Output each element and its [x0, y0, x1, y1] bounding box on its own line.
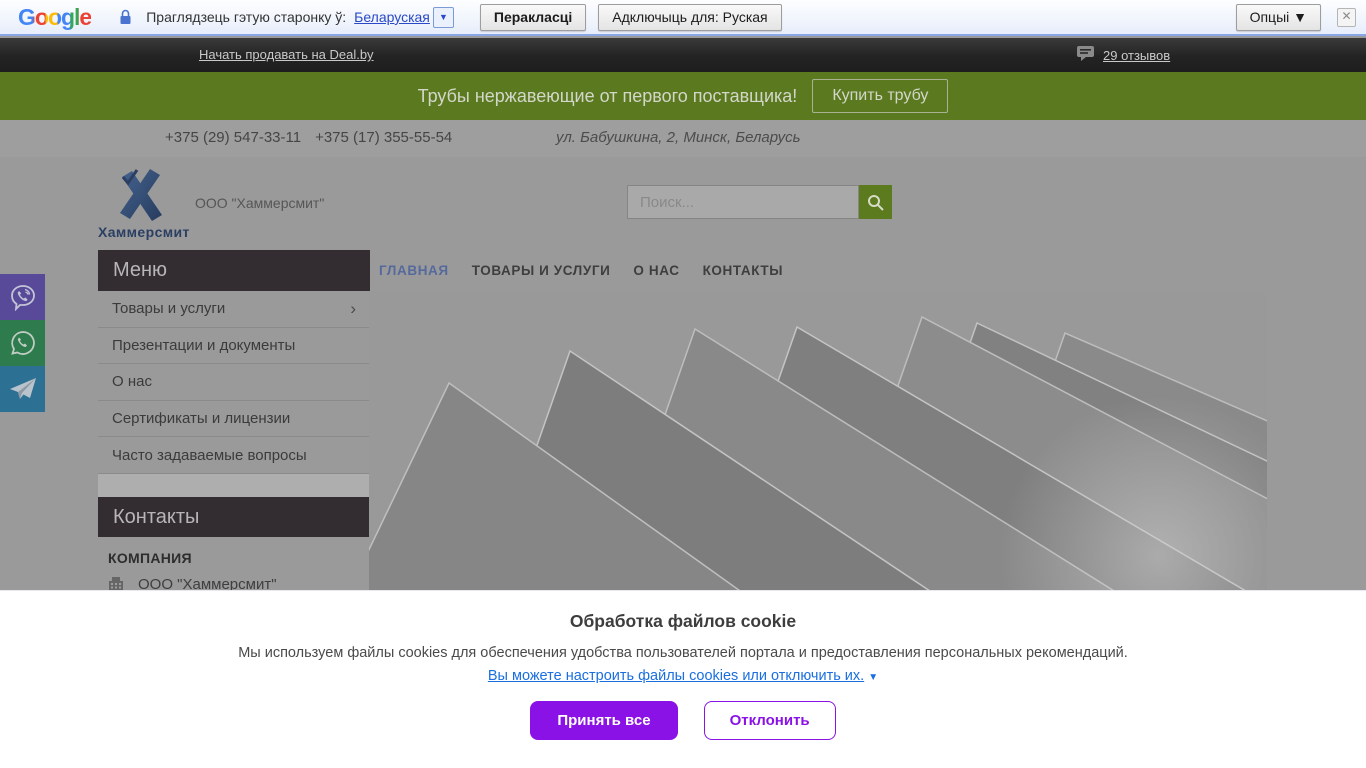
phone-number-2[interactable]: +375 (17) 355-55-54 — [315, 129, 452, 146]
contacts-header: Контакты — [98, 497, 370, 537]
company-address: ул. Бабушкина, 2, Минск, Беларусь — [556, 129, 801, 146]
site-header: Хаммерсмит ООО "Хаммерсмит" — [0, 157, 1366, 247]
search-button[interactable] — [859, 185, 892, 219]
top-bar: Начать продавать на Deal.by 29 отзывов — [0, 38, 1366, 72]
chevron-down-icon: ▼ — [438, 12, 448, 22]
translate-button[interactable]: Перакласці — [479, 3, 587, 31]
sidebar-menu: Товары и услуги › Презентации и документ… — [98, 291, 370, 474]
sell-on-deal-link[interactable]: Начать продавать на Deal.by — [199, 47, 374, 62]
language-dropdown-button[interactable]: ▼ — [432, 6, 454, 28]
company-name: ООО "Хаммерсмит" — [195, 195, 325, 211]
promo-banner: Трубы нержавеющие от первого поставщика!… — [0, 72, 1366, 120]
cookie-dialog: Обработка файлов cookie Мы используем фа… — [0, 590, 1366, 768]
buy-pipe-button[interactable]: Купить трубу — [812, 79, 949, 113]
chevron-right-icon: › — [350, 298, 356, 318]
lock-icon — [119, 9, 132, 25]
chevron-down-icon[interactable]: ▼ — [868, 672, 878, 683]
sidebar-item-presentations[interactable]: Презентации и документы — [98, 328, 370, 365]
main-nav: ГЛАВНАЯ ТОВАРЫ И УСЛУГИ О НАС КОНТАКТЫ — [379, 250, 783, 291]
promo-text: Трубы нержавеющие от первого поставщика! — [417, 85, 798, 106]
contact-bar: +375 (29) 547-33-11 +375 (17) 355-55-54 … — [0, 120, 1366, 157]
menu-header: Меню — [98, 250, 370, 291]
search-input[interactable] — [627, 185, 859, 219]
whatsapp-button[interactable] — [0, 320, 45, 366]
google-logo: Google — [18, 3, 92, 30]
disable-translation-button[interactable]: Адключыць для: Руская — [598, 3, 782, 31]
cookie-settings-link[interactable]: Вы можете настроить файлы cookies или от… — [488, 668, 864, 684]
tab-home[interactable]: ГЛАВНАЯ — [379, 263, 449, 278]
tab-contacts[interactable]: КОНТАКТЫ — [703, 263, 783, 278]
cookie-message: Мы используем файлы cookies для обеспече… — [238, 645, 1128, 661]
phone-number-1[interactable]: +375 (29) 547-33-11 — [165, 129, 301, 146]
sidebar-item-certificates[interactable]: Сертификаты и лицензии — [98, 401, 370, 438]
company-logo[interactable]: Хаммерсмит — [98, 165, 190, 240]
reviews-link[interactable]: 29 отзывов — [1103, 48, 1170, 63]
tab-products[interactable]: ТОВАРЫ И УСЛУГИ — [472, 263, 611, 278]
sidebar-item-about[interactable]: О нас — [98, 364, 370, 401]
close-icon: ✕ — [1341, 8, 1352, 23]
sidebar-item-faq[interactable]: Часто задаваемые вопросы — [98, 437, 370, 474]
telegram-button[interactable] — [0, 366, 45, 412]
sidebar-divider — [98, 474, 370, 497]
tab-about[interactable]: О НАС — [633, 263, 679, 278]
decline-cookies-button[interactable]: Отклонить — [703, 701, 836, 740]
search-box — [627, 185, 892, 219]
viber-button[interactable] — [0, 274, 45, 320]
language-link[interactable]: Беларуская — [354, 9, 430, 25]
social-stack — [0, 274, 45, 412]
comment-icon — [1077, 45, 1094, 66]
company-section-label: КОМПАНИЯ — [108, 550, 192, 566]
translate-prompt: Праглядзець гэтую старонку ў: — [146, 9, 347, 25]
hero-image — [263, 291, 1366, 768]
cookie-dialog-title: Обработка файлов cookie — [569, 611, 797, 631]
viber-icon — [10, 285, 35, 311]
whatsapp-icon — [10, 331, 35, 355]
logo-mark-icon — [120, 169, 162, 221]
logo-text: Хаммерсмит — [98, 224, 190, 240]
reviews-block[interactable]: 29 отзывов — [1077, 45, 1170, 66]
accept-cookies-button[interactable]: Принять все — [530, 701, 678, 740]
page: Google Праглядзець гэтую старонку ў: Бел… — [0, 0, 1366, 768]
sidebar-item-products[interactable]: Товары и услуги › — [98, 291, 370, 328]
options-button[interactable]: Опцыі ▼ — [1235, 3, 1321, 31]
google-translate-bar: Google Праглядзець гэтую старонку ў: Бел… — [0, 0, 1366, 36]
search-icon — [868, 194, 884, 211]
telegram-icon — [9, 378, 36, 399]
metal-sheets-illustration — [263, 291, 1366, 768]
close-translate-bar-button[interactable]: ✕ — [1337, 7, 1356, 27]
